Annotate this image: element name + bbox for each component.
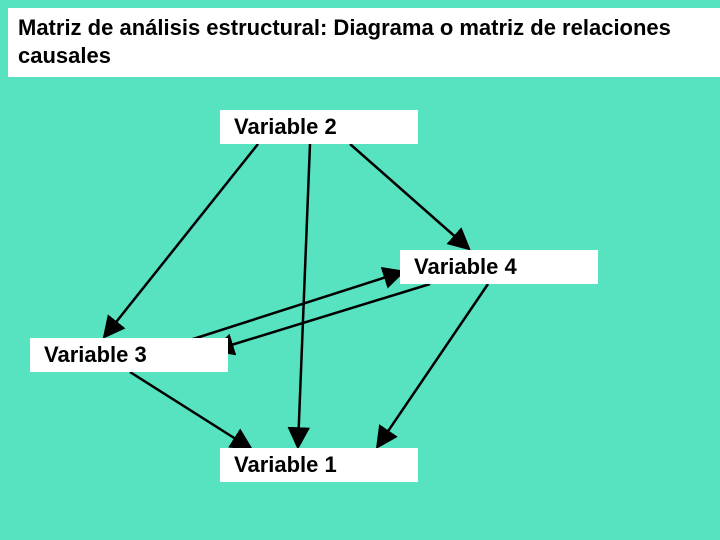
node-variable-1: Variable 1 — [220, 448, 418, 482]
node-variable-4: Variable 4 — [400, 250, 598, 284]
edge-v3-v4 — [190, 272, 402, 340]
edge-v4-v3 — [215, 284, 430, 350]
node-variable-3: Variable 3 — [30, 338, 228, 372]
edge-v2-v1 — [298, 144, 310, 446]
edge-v3-v1 — [130, 372, 250, 448]
diagram-canvas: Matriz de análisis estructural: Diagrama… — [0, 0, 720, 540]
diagram-title: Matriz de análisis estructural: Diagrama… — [8, 8, 720, 77]
edge-v2-v4 — [350, 144, 468, 248]
edge-v4-v1 — [378, 284, 488, 446]
node-variable-2: Variable 2 — [220, 110, 418, 144]
edge-v2-v3 — [105, 144, 258, 336]
